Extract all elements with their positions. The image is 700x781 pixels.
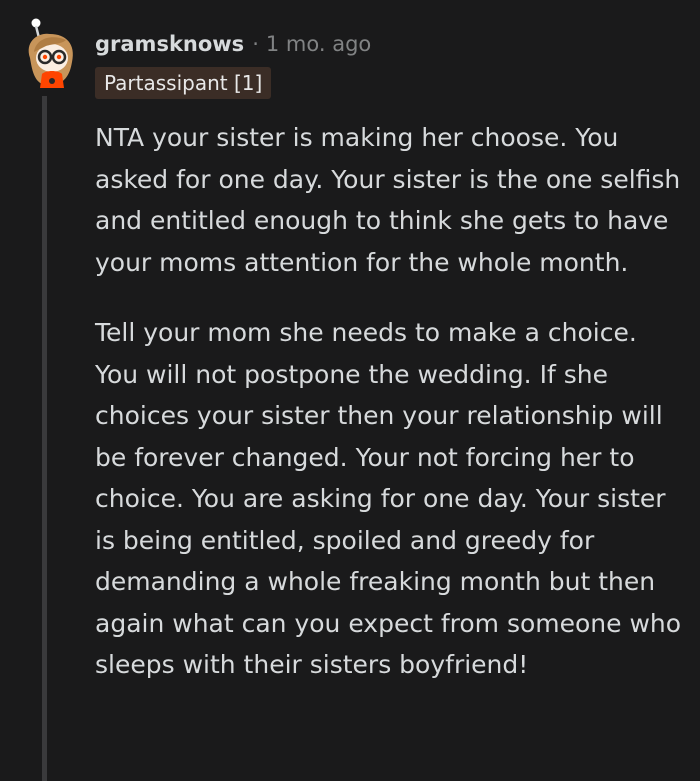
user-flair-badge: Partassipant [1] [95,67,272,99]
comment-meta: gramsknows · 1 mo. ago [95,30,371,58]
comment: gramsknows · 1 mo. ago Partassipant [1] … [0,0,700,781]
comment-timestamp[interactable]: 1 mo. ago [266,32,371,56]
comment-paragraph: NTA your sister is making her choose. Yo… [95,123,681,277]
comment-paragraph: Tell your mom she needs to make a choice… [95,318,682,679]
user-avatar[interactable] [22,18,80,90]
comment-body: NTA your sister is making her choose. Yo… [95,117,685,715]
username-link[interactable]: gramsknows [95,32,244,56]
thread-line[interactable] [42,96,47,781]
meta-separator: · [252,32,259,56]
snoo-avatar-icon [28,18,73,88]
